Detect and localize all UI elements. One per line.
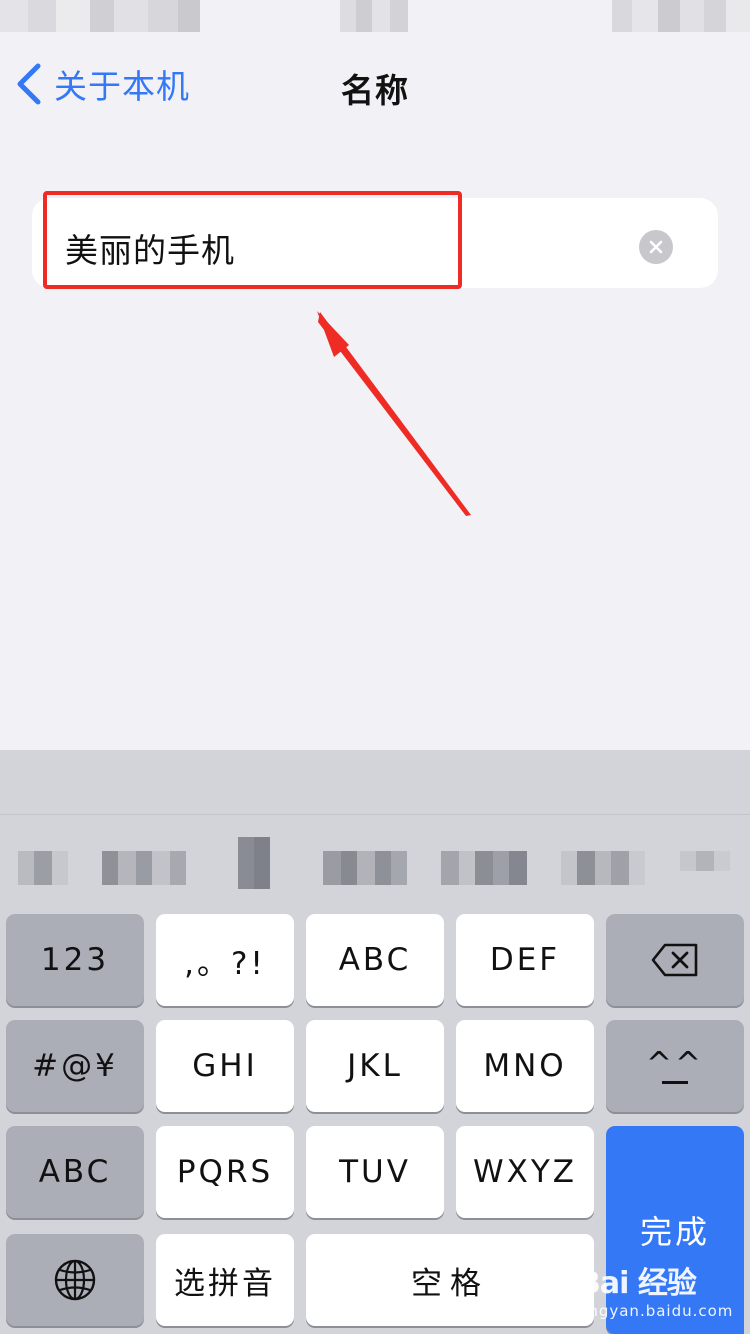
key-space[interactable]: 空格 [306,1234,594,1326]
key-jkl[interactable]: JKL [306,1020,444,1112]
globe-icon [54,1259,96,1301]
key-globe[interactable] [6,1234,144,1326]
key-emoticon[interactable]: ^^ [606,1020,744,1112]
status-bar-time-blur [0,0,200,32]
key-label: WXYZ [472,1154,578,1190]
baidu-jingyan-watermark: Bai 经验 jingyan.baidu.com [578,1258,750,1334]
key-mno[interactable]: MNO [456,1020,594,1112]
clear-text-button[interactable] [639,230,673,264]
status-bar-center-blur [340,0,408,32]
key-label: TUV [339,1154,411,1190]
key-label: ^^ [646,1045,704,1082]
delete-icon [651,943,698,977]
candidate-bar [0,814,750,904]
key-select-pinyin[interactable]: 选拼音 [156,1234,294,1326]
key-label: DEF [489,942,561,978]
key-label: PQRS [176,1154,274,1190]
status-bar [0,0,750,40]
key-punctuation[interactable]: ,。?! [156,914,294,1006]
key-tuv[interactable]: TUV [306,1126,444,1218]
close-icon [649,240,663,254]
key-pqrs[interactable]: PQRS [156,1126,294,1218]
candidate-word[interactable] [102,851,186,885]
key-ghi[interactable]: GHI [156,1020,294,1112]
key-label: ABC [38,1154,112,1190]
key-symbols[interactable]: #@¥ [6,1020,144,1112]
key-label: ,。?! [184,945,266,982]
key-123[interactable]: 123 [6,914,144,1006]
candidate-word[interactable] [680,851,730,871]
candidate-word[interactable] [18,851,68,885]
key-label: 空格 [411,1265,489,1302]
candidate-word[interactable] [561,851,645,885]
annotation-highlight-box [43,191,462,289]
page-title: 名称 [341,71,409,110]
key-label: #@¥ [32,1048,118,1084]
key-label: GHI [192,1048,258,1084]
key-label: 123 [40,942,110,978]
watermark-brand: Bai 经验 [578,1266,697,1301]
key-abc-mode[interactable]: ABC [6,1126,144,1218]
candidate-word[interactable] [323,851,407,885]
emoticon-mouth-icon [662,1080,688,1084]
key-label: ABC [338,942,412,978]
key-delete[interactable] [606,914,744,1006]
key-def[interactable]: DEF [456,914,594,1006]
watermark-url: jingyan.baidu.com [578,1302,734,1320]
key-abc[interactable]: ABC [306,914,444,1006]
candidate-word[interactable] [238,837,270,889]
done-button-label: 完成 [639,1213,710,1251]
key-label: JKL [347,1048,403,1084]
key-label: 选拼音 [174,1265,276,1302]
candidate-word[interactable] [441,851,527,885]
keyboard: 123 ,。?! ABC DEF #@¥ GHI JKL MNO ^^ ABC … [0,750,750,1334]
key-label: MNO [483,1048,567,1084]
status-bar-battery-blur [612,0,750,32]
navigation-bar: 关于本机 名称 [0,50,750,120]
key-wxyz[interactable]: WXYZ [456,1126,594,1218]
